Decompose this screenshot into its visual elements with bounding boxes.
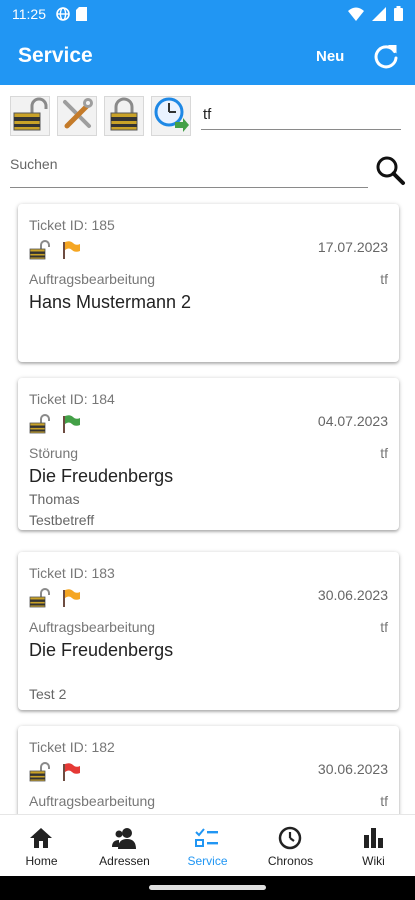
signal-icon [372,6,386,26]
app-bar: Service Neu [0,28,415,85]
lock-closed-icon [106,96,142,137]
checklist-icon [193,825,221,851]
lock-open-icon [29,762,51,787]
system-nav-bar [0,876,415,900]
user-filter-input[interactable]: tf [201,104,401,130]
filter-open-button[interactable] [10,96,50,136]
nav-label: Adressen [99,854,150,868]
wifi-icon [348,7,364,26]
ticket-type: Auftragsbearbeitung [29,619,156,635]
refresh-icon[interactable] [372,42,400,70]
flag-icon [61,762,81,787]
search-icon[interactable] [374,154,406,186]
ticket-date: 30.06.2023 [317,761,388,777]
ticket-user: tf [380,271,388,287]
ticket-subject: Test 2 [29,686,67,702]
ticket-date: 04.07.2023 [317,413,388,429]
lock-open-icon [12,96,48,137]
ticket-id: Ticket ID: 184 [29,391,115,407]
search-input[interactable]: Suchen [10,152,368,188]
nav-label: Home [25,854,58,868]
clock-icon [276,825,304,851]
globe-icon [56,7,70,26]
ticket-date: 17.07.2023 [317,239,388,255]
nav-adressen[interactable]: Adressen [83,815,166,877]
filter-tools-button[interactable] [57,96,97,136]
ticket-type: Auftragsbearbeitung [29,793,156,809]
ticket-customer: Hans Mustermann 2 [29,292,192,312]
ticket-id: Ticket ID: 182 [29,739,115,755]
ticket-user: tf [380,445,388,461]
ticket-date: 30.06.2023 [317,587,388,603]
nav-service[interactable]: Service [166,815,249,877]
filter-closed-button[interactable] [104,96,144,136]
status-time: 11:25 [12,6,46,22]
ticket-card[interactable]: Ticket ID: 182 30.06.2023 Auftragsbearbe… [18,726,399,814]
page-title: Service [18,44,93,67]
ticket-id: Ticket ID: 183 [29,565,115,581]
nav-home[interactable]: Home [0,815,83,877]
nav-wiki[interactable]: Wiki [332,815,415,877]
ticket-card[interactable]: Ticket ID: 183 30.06.2023 Auftragsbearbe… [18,552,399,710]
clock-arrow-icon [153,96,189,137]
ticket-customer: Die Freudenbergs [29,466,174,486]
lock-open-icon [29,240,51,265]
ticket-user: tf [380,619,388,635]
status-bar: 11:25 [0,0,415,28]
nav-label: Wiki [362,854,385,868]
ticket-contact: Thomas [29,491,80,507]
nav-label: Chronos [267,854,314,868]
flag-icon [61,240,81,265]
filter-time-button[interactable] [151,96,191,136]
home-icon [27,825,55,851]
ticket-subject: Testbetreff [29,512,95,528]
ticket-type: Auftragsbearbeitung [29,271,156,287]
ticket-card[interactable]: Ticket ID: 185 17.07.2023 Auftragsbearbe… [18,204,399,362]
lock-open-icon [29,588,51,613]
ticket-user: tf [380,793,388,809]
ticket-customer: Die Freudenbergs [29,640,174,660]
flag-icon [61,588,81,613]
ticket-id: Ticket ID: 185 [29,217,115,233]
battery-icon [394,6,403,26]
bottom-navigation: Home Adressen Service Chronos Wiki [0,814,415,876]
bar-chart-icon [359,825,387,851]
ticket-type: Störung [29,445,79,461]
ticket-card[interactable]: Ticket ID: 184 04.07.2023 Störung tf Die… [18,378,399,530]
tools-icon [59,96,95,137]
sim-card-icon [76,7,87,26]
nav-label: Service [187,854,228,868]
home-gesture-handle[interactable] [149,885,266,890]
new-button[interactable]: Neu [316,48,344,65]
filter-toolbar [10,96,191,136]
contacts-icon [110,825,138,851]
nav-chronos[interactable]: Chronos [249,815,332,877]
ticket-list: Ticket ID: 185 17.07.2023 Auftragsbearbe… [0,196,415,814]
lock-open-icon [29,414,51,439]
flag-icon [61,414,81,439]
